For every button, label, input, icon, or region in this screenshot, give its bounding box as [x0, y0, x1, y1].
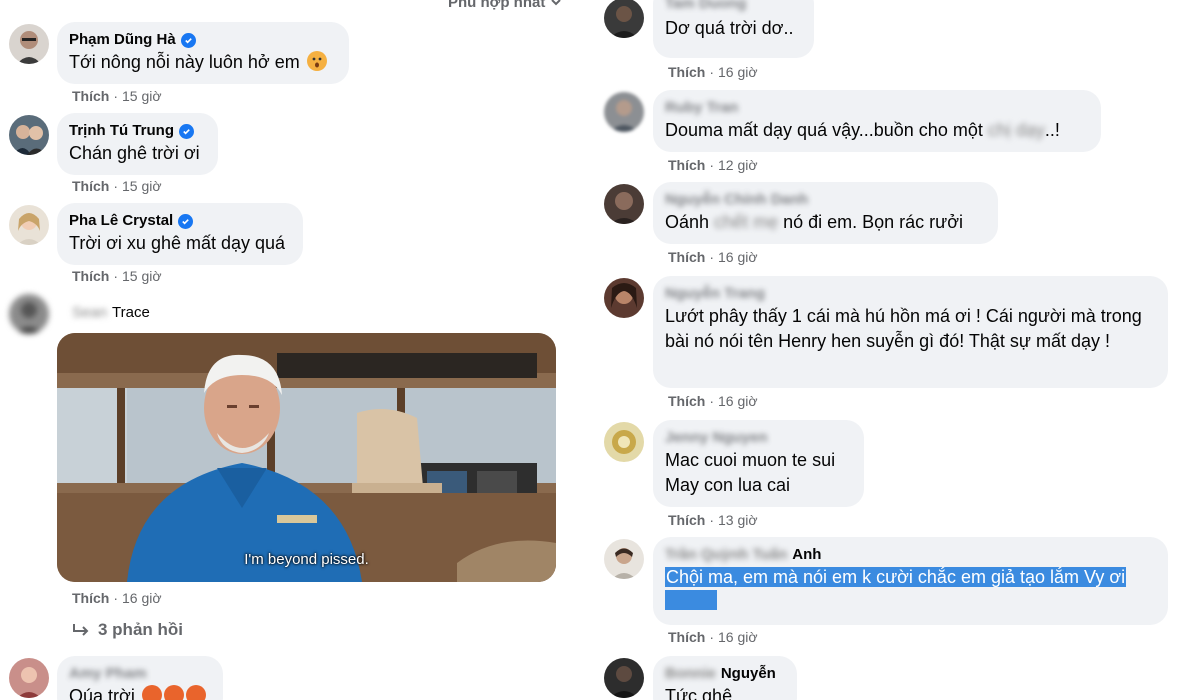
commenter-name[interactable]: Bonnie Nguyễn	[665, 664, 785, 684]
comment-actions: Thích · 13 giờ	[668, 512, 758, 528]
comment-bubble: Trần Quỳnh Tuấn Anh Chội ma, em mà nói em…	[653, 537, 1168, 625]
like-button[interactable]: Thích	[72, 178, 109, 194]
avatar[interactable]	[9, 205, 49, 245]
like-button[interactable]: Thích	[72, 88, 109, 104]
commenter-name[interactable]: Tam Duong	[665, 0, 802, 14]
timestamp[interactable]: 13 giờ	[718, 512, 758, 528]
comment-bubble: Ruby Tran Douma mất dạy quá vậy...buồn c…	[653, 90, 1101, 152]
comment-bubble: Pha Lê Crystal Trời ơi xu ghê mất dạy qu…	[57, 203, 303, 265]
comment-bubble: Jenny Nguyen Mac cuoi muon te sui May co…	[653, 420, 864, 507]
comment-bubble: Amy Pham Qúa trời	[57, 656, 223, 700]
timestamp[interactable]: 16 giờ	[718, 629, 758, 645]
like-button[interactable]: Thích	[668, 157, 705, 173]
comment-actions: Thích · 15 giờ	[72, 178, 162, 194]
gif-caption: I'm beyond pissed.	[244, 551, 369, 568]
sort-dropdown[interactable]: Phù hợp nhất	[448, 0, 562, 11]
comment-text: Chán ghê trời ơi	[69, 143, 200, 163]
comment-actions: Thích · 16 giờ	[668, 64, 758, 80]
comment-bubble: Phạm Dũng Hà Tới nông nỗi này luôn hở em	[57, 22, 349, 84]
reply-arrow-icon	[73, 624, 89, 636]
verified-badge-icon	[180, 32, 196, 48]
like-button[interactable]: Thích	[668, 512, 705, 528]
comment-bubble: Nguyễn Trang Lướt phây thấy 1 cái mà hú …	[653, 276, 1168, 388]
comment-actions: Thích · 15 giờ	[72, 88, 162, 104]
comment-actions: Thích · 16 giờ	[72, 590, 162, 606]
avatar[interactable]	[604, 92, 644, 132]
angry-face-icon	[163, 685, 184, 700]
comment-text: Oánh chết mẹ nó đi em. Bọn rác rưởi	[665, 212, 963, 232]
avatar[interactable]	[604, 539, 644, 579]
sort-label: Phù hợp nhất	[448, 0, 546, 11]
avatar[interactable]	[9, 115, 49, 155]
comment-actions: Thích · 15 giờ	[72, 268, 162, 284]
comment-text: Douma mất dạy quá vậy...buồn cho một chị…	[665, 120, 1060, 140]
commenter-name[interactable]: Nguyễn Trang	[665, 284, 1156, 304]
commenter-name[interactable]: Amy Pham	[69, 664, 211, 684]
comment-bubble: Trịnh Tú Trung Chán ghê trời ơi	[57, 113, 218, 175]
timestamp[interactable]: 16 giờ	[718, 249, 758, 265]
commenter-name[interactable]: Ruby Tran	[665, 98, 1089, 118]
timestamp[interactable]: 12 giờ	[718, 157, 758, 173]
comment-text: Lướt phây thấy 1 cái mà hú hồn má ơi ! C…	[665, 306, 1142, 351]
commenter-name[interactable]: Pha Lê Crystal	[69, 211, 291, 231]
like-button[interactable]: Thích	[72, 268, 109, 284]
comment-text: Qúa trời	[69, 684, 211, 700]
chevron-down-icon	[551, 0, 562, 6]
commenter-name[interactable]: Phạm Dũng Hà	[69, 30, 337, 50]
commenter-name[interactable]: Trịnh Tú Trung	[69, 121, 206, 141]
comment-text-line: May con lua cai	[665, 475, 791, 495]
avatar[interactable]	[604, 422, 644, 462]
avatar[interactable]	[9, 294, 49, 334]
comment-bubble: Nguyễn Chính Danh Oánh chết mẹ nó đi em.…	[653, 182, 998, 244]
gif-attachment[interactable]: I'm beyond pissed.	[57, 333, 556, 582]
timestamp[interactable]: 16 giờ	[718, 393, 758, 409]
commenter-name[interactable]: Trần Quỳnh Tuấn Anh	[665, 545, 1156, 565]
commenter-name[interactable]: Nguyễn Chính Danh	[665, 190, 986, 210]
comment-text: Trời ơi xu ghê mất dạy quá	[69, 233, 286, 253]
view-replies-button[interactable]: 3 phản hồi	[72, 620, 183, 640]
like-button[interactable]: Thích	[668, 393, 705, 409]
like-button[interactable]: Thích	[72, 590, 109, 606]
timestamp[interactable]: 16 giờ	[718, 64, 758, 80]
comment-bubble: Bonnie Nguyễn Tức ghê	[653, 656, 797, 700]
commenter-name[interactable]: Sean Trace	[72, 303, 150, 323]
angry-face-icon	[141, 685, 162, 700]
avatar[interactable]	[604, 184, 644, 224]
timestamp[interactable]: 15 giờ	[122, 268, 162, 284]
comment-text: Tức ghê	[665, 686, 733, 700]
avatar[interactable]	[9, 24, 49, 64]
timestamp[interactable]: 15 giờ	[122, 178, 162, 194]
comment-text: Dơ quá trời dơ..	[665, 18, 794, 38]
timestamp[interactable]: 16 giờ	[122, 590, 162, 606]
comment-bubble: Tam Duong Dơ quá trời dơ..	[653, 0, 814, 58]
comment-text: Tới nông nỗi này luôn hở em	[69, 50, 337, 75]
astonished-face-icon	[306, 51, 327, 71]
like-button[interactable]: Thích	[668, 249, 705, 265]
angry-face-icon	[185, 685, 206, 700]
timestamp[interactable]: 15 giờ	[122, 88, 162, 104]
replies-count: 3 phản hồi	[98, 620, 183, 639]
like-button[interactable]: Thích	[668, 64, 705, 80]
comment-text: Chội ma, em mà nói em k cười chắc em giả…	[665, 565, 1155, 617]
gif-scene	[57, 333, 556, 582]
verified-badge-icon	[178, 213, 194, 229]
avatar[interactable]	[604, 0, 644, 38]
comment-actions: Thích · 12 giờ	[668, 157, 758, 173]
selected-text: Chội ma, em mà nói em k cười chắc em giả…	[665, 567, 1127, 587]
commenter-name[interactable]: Jenny Nguyen	[665, 428, 852, 448]
avatar[interactable]	[604, 658, 644, 698]
comment-actions: Thích · 16 giờ	[668, 393, 758, 409]
like-button[interactable]: Thích	[668, 629, 705, 645]
avatar[interactable]	[9, 658, 49, 698]
verified-badge-icon	[179, 123, 194, 139]
comment-actions: Thích · 16 giờ	[668, 249, 758, 265]
comment-text-line: Mac cuoi muon te sui	[665, 450, 836, 470]
comment-actions: Thích · 16 giờ	[668, 629, 758, 645]
avatar[interactable]	[604, 278, 644, 318]
